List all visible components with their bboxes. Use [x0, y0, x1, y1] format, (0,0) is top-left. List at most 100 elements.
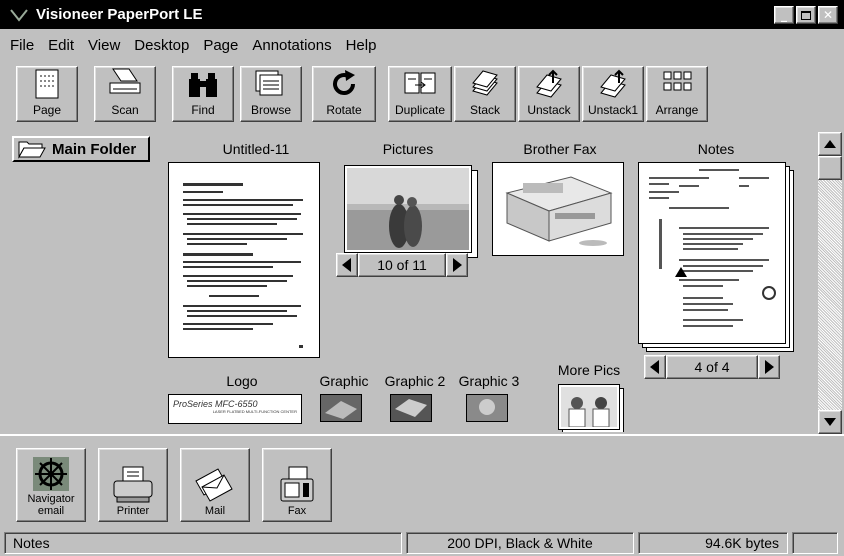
scan-button[interactable]: Scan: [94, 66, 156, 122]
untitled-document[interactable]: [168, 162, 320, 358]
graphic-thumbnail[interactable]: [320, 394, 362, 422]
minimize-icon: _: [781, 8, 787, 22]
notes-document[interactable]: [638, 162, 786, 344]
browse-button[interactable]: Browse: [240, 66, 302, 122]
notes-prev-button[interactable]: [644, 355, 666, 379]
page-button[interactable]: Page: [16, 66, 78, 122]
browse-button-label: Browse: [250, 103, 291, 117]
logo-subtext: LASER FLATBED MULTI-FUNCTION CENTER: [212, 409, 297, 414]
unstack-icon: [536, 69, 562, 98]
mail-icon: [195, 468, 233, 502]
window-title: Visioneer PaperPort LE: [36, 6, 203, 23]
stack-icon: [472, 70, 498, 96]
fax-link[interactable]: Fax: [262, 448, 332, 522]
find-button[interactable]: Find: [172, 66, 234, 122]
fax-icon: [280, 466, 314, 502]
menu-help[interactable]: Help: [346, 37, 377, 54]
brother-fax-document[interactable]: [492, 162, 624, 256]
unstack-button-label: Unstack: [527, 103, 571, 117]
mail-label: Mail: [204, 505, 226, 517]
more-pics-image: [561, 387, 617, 428]
pictures-pager: 10 of 11: [336, 252, 468, 278]
scroll-down-button[interactable]: [818, 410, 842, 434]
printer-icon: [113, 466, 153, 503]
pictures-prev-button[interactable]: [336, 253, 358, 277]
arrange-button[interactable]: Arrange: [646, 66, 708, 122]
menu-desktop[interactable]: Desktop: [134, 37, 189, 54]
browse-icon: [255, 70, 283, 96]
printer-link[interactable]: Printer: [98, 448, 168, 522]
pictures-next-button[interactable]: [446, 253, 468, 277]
find-button-label: Find: [191, 103, 215, 117]
graphic-label: Graphic: [319, 373, 369, 389]
printer-label: Printer: [116, 505, 150, 517]
scroll-up-button[interactable]: [818, 132, 842, 156]
graphic3-label: Graphic 3: [458, 373, 520, 389]
folder-open-icon: [18, 141, 46, 159]
status-dpi: 200 DPI, Black & White: [406, 532, 634, 554]
page-icon: [35, 69, 59, 99]
graphic2-image: [391, 395, 431, 421]
menu-page[interactable]: Page: [203, 37, 238, 54]
main-folder[interactable]: Main Folder: [12, 136, 150, 162]
rotate-button[interactable]: Rotate: [312, 66, 376, 122]
toolbar: Page Scan Find Browse Rotate Duplicate S…: [0, 58, 844, 128]
title-bar: Visioneer PaperPort LE _ ✕: [0, 0, 844, 29]
graphic-image: [321, 395, 361, 421]
rotate-button-label: Rotate: [326, 103, 362, 117]
stack-button-label: Stack: [469, 103, 500, 117]
status-item-name: Notes: [4, 532, 402, 554]
notes-pager: 4 of 4: [644, 354, 780, 380]
desktop-pane: Untitled-11 Pictures 10 of 11 Brother Fa…: [152, 132, 818, 432]
close-icon: ✕: [822, 8, 834, 22]
pictures-stack[interactable]: [344, 165, 472, 253]
menu-bar: File Edit View Desktop Page Annotations …: [0, 33, 844, 57]
text-lines-icon: [183, 183, 303, 348]
stack-button[interactable]: Stack: [454, 66, 516, 122]
graphic3-image: [467, 395, 507, 421]
scanner-icon: [109, 68, 141, 94]
menu-annotations[interactable]: Annotations: [252, 37, 331, 54]
unstack-one-icon: [600, 69, 626, 98]
close-button[interactable]: ✕: [818, 6, 838, 24]
more-pics-stack[interactable]: [558, 384, 620, 430]
fax-machine-image: [505, 176, 613, 246]
logo-label: Logo: [226, 373, 258, 389]
pictures-label: Pictures: [382, 141, 434, 157]
graphic2-thumbnail[interactable]: [390, 394, 432, 422]
navigator-email-label: Navigator email: [27, 493, 75, 517]
logo-document[interactable]: ProSeries MFC-6550 LASER FLATBED MULTI-F…: [168, 394, 302, 424]
arrow-right-icon: [765, 360, 774, 374]
vertical-scrollbar[interactable]: [818, 132, 842, 434]
minimize-button[interactable]: _: [774, 6, 794, 24]
menu-file[interactable]: File: [10, 37, 34, 54]
graphic3-thumbnail[interactable]: [466, 394, 508, 422]
scan-button-label: Scan: [111, 103, 139, 117]
duplicate-button[interactable]: Duplicate: [388, 66, 452, 122]
rotate-icon: [333, 70, 355, 95]
arrange-icon: [663, 71, 692, 91]
more-pics-label: More Pics: [557, 362, 621, 378]
mail-link[interactable]: Mail: [180, 448, 250, 522]
menu-view[interactable]: View: [88, 37, 120, 54]
fax-label: Fax: [287, 505, 307, 517]
folder-pane: Main Folder: [4, 132, 152, 432]
maximize-button[interactable]: [796, 6, 816, 24]
arrow-right-icon: [453, 258, 462, 272]
menu-edit[interactable]: Edit: [48, 37, 74, 54]
unstack-button[interactable]: Unstack: [518, 66, 580, 122]
maximize-icon: [801, 10, 811, 20]
scroll-thumb[interactable]: [818, 156, 842, 180]
notes-next-button[interactable]: [758, 355, 780, 379]
unstack1-button[interactable]: Unstack1: [582, 66, 644, 122]
notes-page-count: 4 of 4: [666, 355, 758, 379]
status-bar: Notes 200 DPI, Black & White 94.6K bytes: [0, 530, 844, 556]
arrow-left-icon: [342, 258, 351, 272]
status-extra: [792, 532, 838, 554]
logo-text: ProSeries MFC-6550: [173, 399, 258, 409]
duplicate-icon: [404, 72, 436, 94]
arrange-button-label: Arrange: [655, 103, 699, 117]
arrow-down-icon: [824, 418, 836, 426]
notes-label: Notes: [697, 141, 735, 157]
navigator-email-link[interactable]: Navigator email: [16, 448, 86, 522]
